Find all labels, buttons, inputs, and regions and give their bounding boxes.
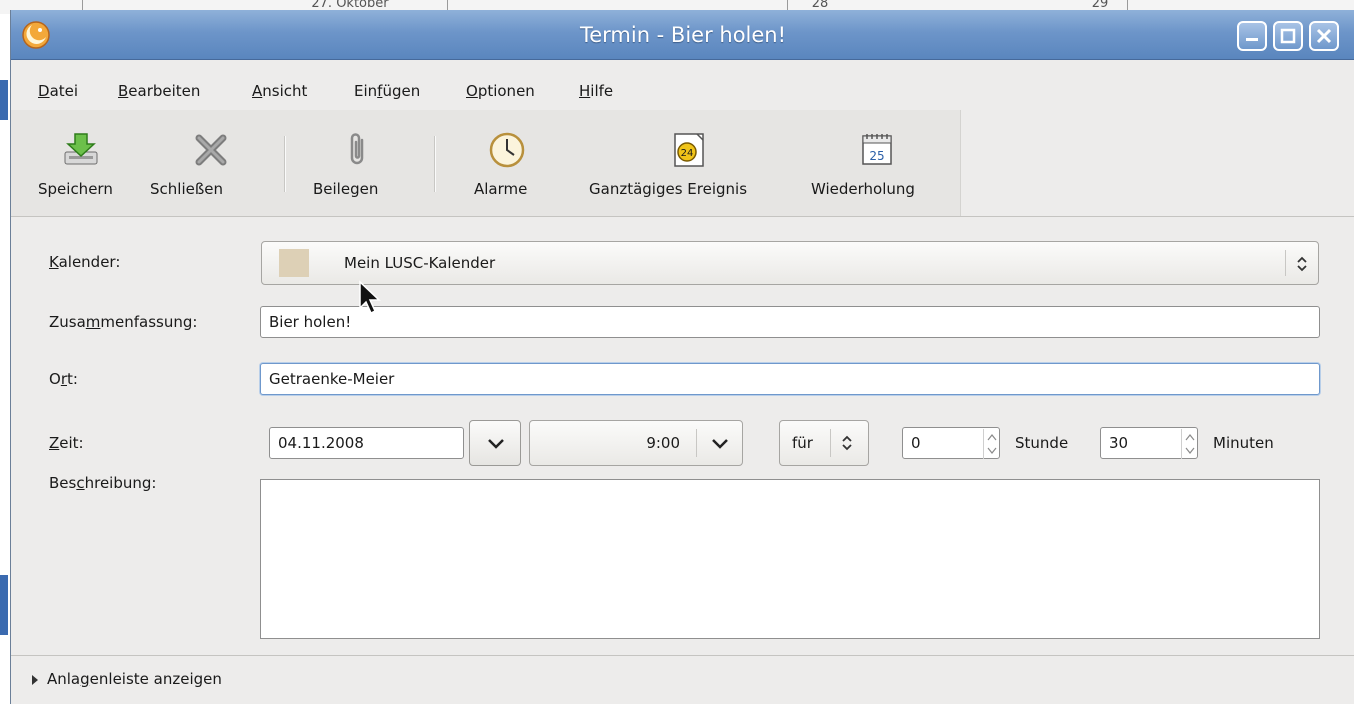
minutes-spin-arrows[interactable]	[1181, 429, 1197, 459]
title-bar[interactable]: Termin - Bier holen!	[11, 10, 1354, 60]
maximize-icon	[1280, 28, 1296, 44]
summary-input[interactable]	[260, 306, 1320, 338]
minutes-unit-label: Minuten	[1213, 434, 1274, 452]
minimize-button[interactable]	[1237, 21, 1267, 51]
calendar-color-swatch	[279, 249, 309, 277]
event-editor-window: Termin - Bier holen! Datei Bearbeiten An…	[10, 10, 1354, 704]
menu-einfuegen[interactable]: Einfügen	[354, 82, 420, 100]
alarms-label: Alarme	[474, 180, 528, 198]
close-window-button[interactable]	[1309, 21, 1339, 51]
menu-optionen[interactable]: Optionen	[466, 82, 535, 100]
calendar-label: Kalender:	[49, 253, 121, 271]
minutes-spinner[interactable]: 30	[1100, 427, 1198, 459]
window-title: Termin - Bier holen!	[579, 23, 787, 47]
description-label: Beschreibung:	[49, 474, 157, 492]
location-input[interactable]	[260, 363, 1320, 395]
minimize-icon	[1246, 38, 1258, 41]
chevron-down-icon	[712, 439, 728, 449]
background-event-bar	[0, 80, 8, 120]
menu-bar: Datei Bearbeiten Ansicht Einfügen Option…	[11, 70, 1354, 110]
recurrence-label: Wiederholung	[811, 180, 915, 198]
maximize-button[interactable]	[1273, 21, 1303, 51]
attach-button[interactable]: Beilegen	[301, 110, 411, 216]
save-label: Speichern	[38, 180, 113, 198]
start-time-select[interactable]: 9:00	[529, 420, 743, 466]
attach-label: Beilegen	[313, 180, 379, 198]
description-textarea[interactable]	[260, 479, 1320, 639]
all-day-icon-text: 24	[681, 148, 694, 159]
up-down-arrows-icon	[842, 435, 852, 451]
menu-bearbeiten[interactable]: Bearbeiten	[118, 82, 200, 100]
mouse-pointer-icon	[359, 280, 381, 315]
calendar-select[interactable]: Mein LUSC-Kalender	[261, 241, 1319, 285]
location-label: Ort:	[49, 370, 78, 388]
clock-icon	[489, 132, 525, 168]
combo-divider	[1285, 250, 1286, 276]
start-time-value: 9:00	[646, 434, 680, 452]
save-icon	[64, 133, 98, 165]
up-down-arrows-icon	[1297, 256, 1307, 272]
event-form: Kalender: Mein LUSC-Kalender Zusammenfas…	[11, 216, 1354, 656]
close-x-icon	[195, 134, 227, 166]
calendar-value: Mein LUSC-Kalender	[344, 254, 496, 272]
toolbar-separator	[434, 136, 436, 192]
attachment-bar-expander[interactable]: Anlagenleiste anzeigen	[11, 656, 1354, 704]
combo-divider	[696, 429, 697, 457]
close-button[interactable]: Schließen	[141, 110, 271, 216]
hours-value: 0	[911, 434, 921, 452]
recurrence-button[interactable]: 25 Wiederholung	[803, 110, 953, 216]
minutes-value: 30	[1109, 434, 1129, 452]
toolbar-separator	[284, 136, 286, 192]
background-event-bar	[0, 575, 8, 635]
save-button[interactable]: Speichern	[31, 110, 131, 216]
spin-up-down-icon	[987, 434, 997, 454]
hours-unit-label: Stunde	[1015, 434, 1069, 452]
triangle-right-icon	[32, 675, 38, 685]
alarms-button[interactable]: Alarme	[457, 110, 567, 216]
menu-hilfe[interactable]: Hilfe	[579, 82, 613, 100]
paperclip-icon	[350, 133, 364, 165]
date-picker-button[interactable]	[469, 420, 521, 466]
toolbar: Speichern Schließen Beilegen Alarme 24 G…	[11, 110, 961, 216]
chevron-down-icon	[488, 439, 504, 449]
all-day-label: Ganztägiges Ereignis	[589, 180, 748, 198]
spin-up-down-icon	[1185, 434, 1195, 454]
summary-label: Zusammenfassung:	[49, 313, 198, 331]
hours-spinner[interactable]: 0	[902, 427, 1000, 459]
all-day-calendar-icon: 24	[674, 133, 704, 167]
duration-mode-select[interactable]: für	[779, 420, 869, 466]
menu-ansicht[interactable]: Ansicht	[252, 82, 307, 100]
hours-spin-arrows[interactable]	[983, 429, 999, 459]
close-icon	[1316, 28, 1332, 44]
time-label: Zeit:	[49, 434, 84, 452]
menu-datei[interactable]: Datei	[38, 82, 78, 100]
attachment-bar-label: Anlagenleiste anzeigen	[47, 670, 222, 688]
date-input[interactable]	[269, 427, 464, 459]
all-day-event-button[interactable]: 24 Ganztägiges Ereignis	[577, 110, 797, 216]
combo-divider	[830, 429, 831, 457]
recurrence-icon-text: 25	[869, 149, 884, 163]
close-label: Schließen	[150, 180, 224, 198]
recurrence-calendar-icon: 25	[862, 134, 892, 165]
duration-mode-value: für	[792, 434, 813, 452]
